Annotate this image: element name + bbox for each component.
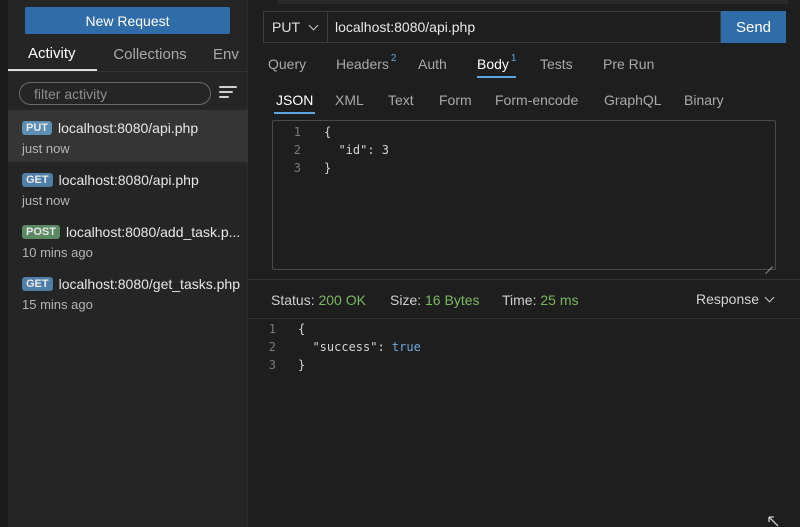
tab-form-encode[interactable]: Form-encode	[495, 86, 578, 114]
method-badge: PUT	[22, 121, 52, 135]
tab-activity[interactable]: Activity	[8, 38, 97, 71]
line-number: 2	[268, 340, 276, 354]
activity-item[interactable]: GET localhost:8080/get_tasks.php 15 mins…	[8, 266, 248, 318]
activity-time: 10 mins ago	[22, 245, 93, 260]
send-button[interactable]: Send	[721, 11, 786, 43]
new-request-button[interactable]: New Request	[25, 7, 230, 34]
tab-pre-run[interactable]: Pre Run	[603, 50, 654, 78]
tab-form[interactable]: Form	[439, 86, 472, 114]
method-badge: GET	[22, 277, 53, 291]
expand-corner-icon[interactable]	[768, 516, 779, 527]
activity-url: localhost:8080/add_task.p...	[65, 224, 241, 240]
tab-text[interactable]: Text	[388, 86, 414, 114]
status: Status: 200 OK	[271, 292, 366, 308]
line-number: 3	[293, 161, 301, 175]
window-edge	[0, 0, 8, 527]
url-input[interactable]	[327, 11, 721, 43]
size-value: 16 Bytes	[425, 292, 480, 308]
body-count: 1	[510, 53, 517, 64]
code-line: {	[298, 322, 306, 336]
activity-url: localhost:8080/get_tasks.php	[58, 276, 240, 292]
activity-item[interactable]: PUT localhost:8080/api.php just now	[8, 110, 248, 162]
activity-item[interactable]: POST localhost:8080/add_task.p... 10 min…	[8, 214, 248, 266]
tab-auth[interactable]: Auth	[418, 50, 447, 78]
code-line: "success": true	[298, 340, 421, 354]
line-number: 1	[293, 125, 301, 139]
resize-handle-icon[interactable]	[765, 259, 773, 267]
bool-value: true	[391, 340, 421, 354]
activity-url: localhost:8080/api.php	[58, 172, 199, 188]
tab-xml[interactable]: XML	[335, 86, 364, 114]
tab-headers[interactable]: Headers 2	[336, 50, 396, 78]
tab-graphql[interactable]: GraphQL	[604, 86, 662, 114]
request-body-editor[interactable]: 1 { 2 "id": 3 3 }	[272, 120, 776, 270]
code-line: }	[298, 358, 306, 372]
activity-url: localhost:8080/api.php	[58, 120, 199, 136]
request-tabs: Query Headers 2 Auth Body 1 Tests Pre Run	[248, 50, 800, 78]
tab-binary[interactable]: Binary	[684, 86, 724, 114]
line-number: 1	[268, 322, 276, 336]
method-select[interactable]: PUT	[263, 11, 328, 43]
filter-menu-icon[interactable]	[219, 86, 237, 100]
code-line: {	[324, 125, 332, 139]
size: Size: 16 Bytes	[390, 292, 480, 308]
method-value: PUT	[272, 19, 300, 35]
tab-tests[interactable]: Tests	[540, 50, 573, 78]
activity-time: just now	[22, 193, 70, 208]
activity-time: 15 mins ago	[22, 297, 93, 312]
line-number: 3	[268, 358, 276, 372]
top-strip	[248, 0, 800, 4]
sidebar-divider	[8, 71, 248, 72]
activity-time: just now	[22, 141, 70, 156]
line-number: 2	[293, 143, 301, 157]
tab-collections[interactable]: Collections	[97, 38, 203, 71]
tab-query[interactable]: Query	[268, 50, 306, 78]
time-value: 25 ms	[540, 292, 579, 308]
time: Time: 25 ms	[502, 292, 579, 308]
sidebar-tabs: Activity Collections Env	[8, 38, 248, 71]
tab-env[interactable]: Env	[203, 38, 247, 71]
response-view-select[interactable]: Response	[696, 291, 775, 307]
tab-body[interactable]: Body 1	[477, 50, 517, 78]
method-badge: POST	[22, 225, 60, 239]
filter-activity-input[interactable]: filter activity	[19, 82, 211, 105]
activity-item[interactable]: GET localhost:8080/api.php just now	[8, 162, 248, 214]
body-type-tabs: JSON XML Text Form Form-encode GraphQL B…	[248, 86, 800, 114]
method-badge: GET	[22, 173, 53, 187]
status-value: 200 OK	[318, 292, 366, 308]
headers-count: 2	[390, 53, 397, 64]
tab-json[interactable]: JSON	[273, 86, 316, 114]
chevron-down-icon	[308, 20, 319, 31]
code-line: "id": 3	[324, 143, 390, 157]
code-line: }	[324, 161, 332, 175]
